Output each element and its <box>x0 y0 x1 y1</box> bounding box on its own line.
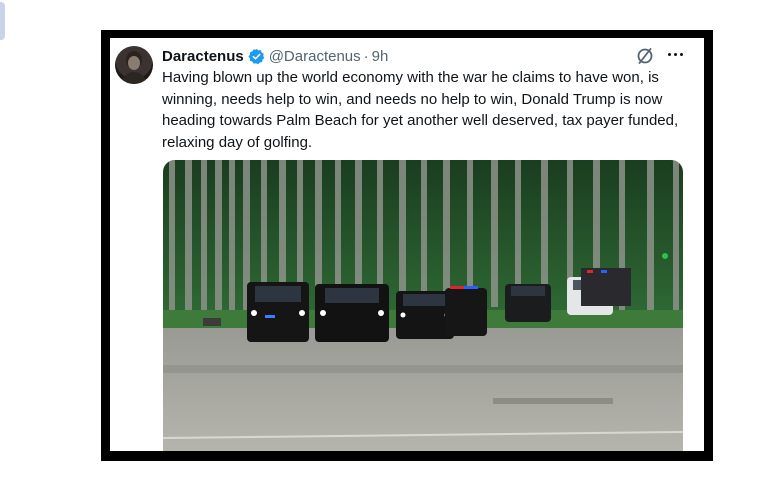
tweet-header: Daractenus @Daractenus · 9h <box>162 45 388 67</box>
timestamp[interactable]: 9h <box>372 48 389 65</box>
author-handle[interactable]: @Daractenus <box>269 48 361 65</box>
avatar[interactable] <box>115 46 153 84</box>
tweet-card: Daractenus @Daractenus · 9h Having blown… <box>110 38 704 451</box>
grok-icon[interactable] <box>635 46 655 66</box>
more-options-icon[interactable] <box>664 44 686 64</box>
verified-badge-icon <box>248 48 265 65</box>
tweet-text: Having blown up the world economy with t… <box>162 69 679 151</box>
author-name[interactable]: Daractenus <box>162 48 244 65</box>
tweet-media-image[interactable] <box>163 160 683 451</box>
left-edge-accent <box>0 2 5 40</box>
separator-dot: · <box>363 47 369 65</box>
